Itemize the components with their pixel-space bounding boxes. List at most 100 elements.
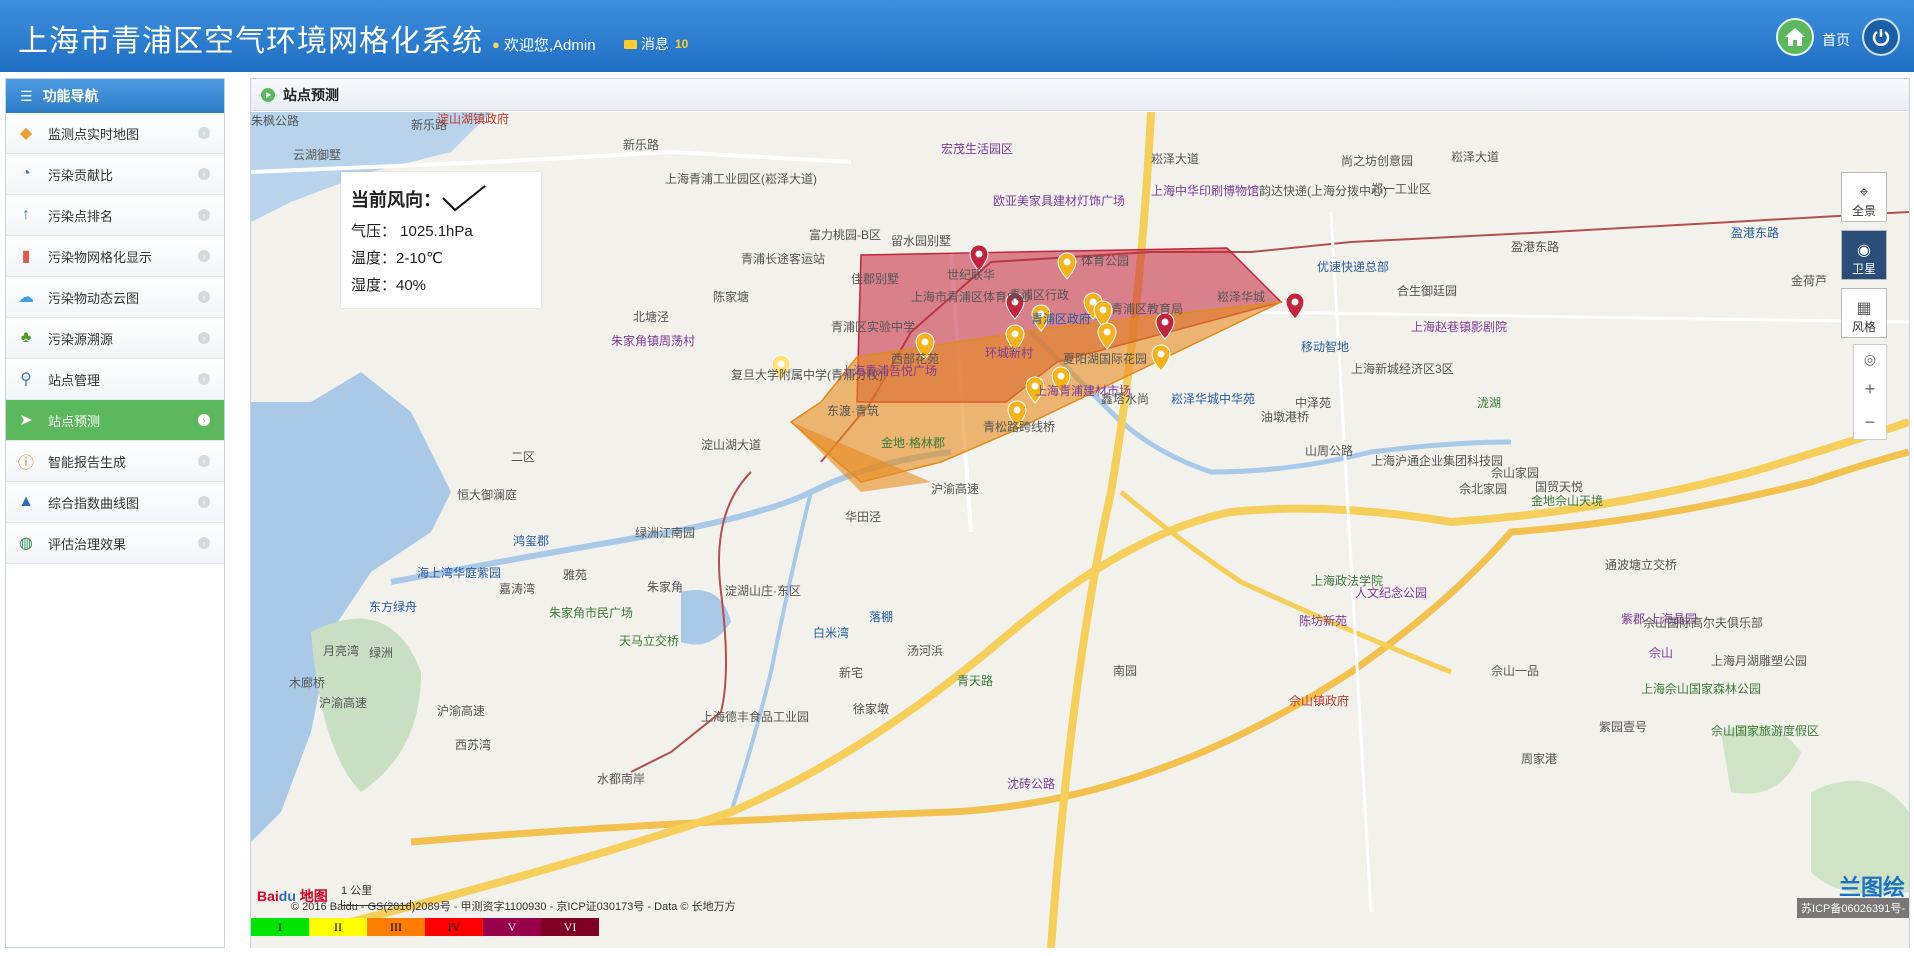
sidebar-item-9[interactable]: ▲ 综合指数曲线图 › xyxy=(6,482,224,523)
map-place-label: 富力桃园-B区 xyxy=(809,228,882,242)
sidebar-item-10[interactable]: ◍ 评估治理效果 › xyxy=(6,523,224,564)
station-marker-icon[interactable] xyxy=(1057,252,1077,280)
zoom-in-button[interactable]: + xyxy=(1865,379,1876,400)
sidebar-item-label: 污染点排名 xyxy=(48,208,114,224)
station-marker-icon[interactable] xyxy=(1285,292,1305,320)
sidebar-item-8[interactable]: ⓘ 智能报告生成 › xyxy=(6,441,224,482)
sidebar: ☰ 功能导航 ◆ 监测点实时地图 › ◔ 污染贡献比 › ↑ 污染点排名 › ▮ 污染… xyxy=(5,78,225,948)
map-place-label: 恒大御澜庭 xyxy=(457,488,518,502)
sidebar-item-4[interactable]: ☁ 污染物动态云图 › xyxy=(6,277,224,318)
tree-icon: ♣ xyxy=(20,329,32,346)
map-place-label: 佳郡别墅 xyxy=(851,272,900,286)
panel-title: 站点预测 xyxy=(283,86,339,103)
map-place-label: 朱家角镇周荡村 xyxy=(611,334,696,348)
map-place-label: 世纪联华 xyxy=(947,268,996,282)
locate-icon[interactable]: ◎ xyxy=(1864,351,1876,368)
map-place-label: 南园 xyxy=(1113,664,1138,678)
map-place-label: 紫园壹号 xyxy=(1599,720,1648,734)
map-place-label: 青浦区政府 xyxy=(1031,312,1092,326)
map-place-label: 上海青浦工业园区(崧泽大道) xyxy=(665,172,817,186)
map-canvas[interactable]: 新乐路 淀山湖镇政府 云湖御墅 新乐路 宏茂生活园区 崧泽大道 尚之坊创意园 崧泽大道 上海青浦… xyxy=(251,112,1909,948)
map-place-label: 人文纪念公园 xyxy=(1355,586,1428,600)
map-place-label: 留水园别墅 xyxy=(891,234,952,248)
sidebar-item-label: 站点预测 xyxy=(48,413,101,429)
map-place-label: 绿洲 xyxy=(369,646,394,660)
home-button[interactable] xyxy=(1776,18,1814,56)
sidebar-item-0[interactable]: ◆ 监测点实时地图 › xyxy=(6,113,224,154)
report-icon: ⓘ xyxy=(17,455,34,472)
map-place-label: 合生御廷园 xyxy=(1397,284,1458,298)
map-place-label: 佘山家园 xyxy=(1491,466,1540,480)
map-place-label: 朱枫公路 xyxy=(251,114,300,128)
map-place-label: 山周公路 xyxy=(1305,444,1354,458)
station-marker-icon[interactable] xyxy=(1151,344,1171,372)
map-place-label: 金地佘山天境 xyxy=(1531,494,1604,508)
map-place-label: 朱家角 xyxy=(647,580,684,594)
grid-style-label: 风格 xyxy=(1851,320,1876,334)
map-place-label: 落棚 xyxy=(869,610,894,624)
station-marker-icon[interactable] xyxy=(1097,322,1117,350)
map-place-label: 陈坊新苑 xyxy=(1299,614,1348,628)
map-place-label: 新乐路 xyxy=(623,138,660,152)
map-place-label: 天马立交桥 xyxy=(619,634,680,648)
sidebar-header: ☰ 功能导航 xyxy=(6,79,224,113)
top-header: 上海市青浦区空气环境网格化系统 ● 欢迎您,Admin 消息 10 首页 xyxy=(0,0,1914,72)
sidebar-item-1[interactable]: ◔ 污染贡献比 › xyxy=(6,154,224,195)
map-place-label: 盈港东路 xyxy=(1511,240,1560,254)
chevron-right-icon: › xyxy=(198,332,210,344)
map-place-label: 鸿玺郡 xyxy=(513,534,550,548)
map-place-label: 月亮湾 xyxy=(323,644,360,658)
wind-arrow-icon xyxy=(442,185,486,212)
satellite-button[interactable]: ◉ 卫星 xyxy=(1841,230,1887,280)
map-copyright: © 2016 Baidu - GS(2016)2089号 - 甲测资字11009… xyxy=(291,901,736,913)
map-place-label: 淀山湖大道 xyxy=(701,438,762,452)
messages-count-badge: 10 xyxy=(675,37,689,51)
chevron-right-icon: › xyxy=(198,537,210,549)
sidebar-item-6[interactable]: ⚲ 站点管理 › xyxy=(6,359,224,400)
legend-level-IV: IV xyxy=(425,918,483,936)
zoom-out-button[interactable]: − xyxy=(1865,412,1876,433)
map-place-label: 陈家塘 xyxy=(713,290,750,304)
temperature-text: 温度：2-10℃ xyxy=(351,250,443,267)
map-place-label: 泷湖 xyxy=(1477,396,1502,410)
map-place-label: 韵达快递(上海分拨中心) xyxy=(1259,184,1387,198)
sidebar-item-5[interactable]: ♣ 污染源溯源 › xyxy=(6,318,224,359)
map-place-label: 嘉涛湾 xyxy=(499,582,536,596)
map-place-label: 崧泽华城 xyxy=(1217,290,1266,304)
map-place-label: 云湖御墅 xyxy=(293,148,342,162)
sidebar-item-7[interactable]: ➤ 站点预测 › xyxy=(6,400,224,441)
map-place-label: 青松路跨线桥 xyxy=(983,420,1056,434)
grid-style-button[interactable]: ▦ 风格 xyxy=(1841,288,1887,338)
logout-button[interactable] xyxy=(1862,18,1900,56)
map-place-label: 朱家角市民广场 xyxy=(549,606,634,620)
chevron-right-icon: › xyxy=(198,455,210,467)
legend-level-V: V xyxy=(483,918,541,936)
map-place-label: 盈港东路 xyxy=(1731,226,1780,240)
map-place-label: 崧泽大道 xyxy=(1151,152,1200,166)
area-chart-icon: ▲ xyxy=(18,493,34,510)
map-place-label: 沪渝高速 xyxy=(437,704,486,718)
full-view-button[interactable]: ⌖ 全景 xyxy=(1841,172,1887,222)
map-place-label: 西苏湾 xyxy=(455,738,492,752)
map-place-label: 佘山国际高尔夫俱乐部 xyxy=(1643,616,1764,630)
sidebar-item-2[interactable]: ↑ 污染点排名 › xyxy=(6,195,224,236)
chevron-right-icon: › xyxy=(198,496,210,508)
map-place-label: 东方绿舟 xyxy=(369,600,418,614)
welcome-text: ● 欢迎您,Admin xyxy=(492,34,596,55)
messages-link[interactable]: 消息 10 xyxy=(624,34,688,54)
map-place-label: 尚之坊创意园 xyxy=(1341,154,1414,168)
satellite-icon: ◉ xyxy=(1857,242,1871,259)
full-view-label: 全景 xyxy=(1851,204,1876,218)
sidebar-item-3[interactable]: ▮ 污染物网格化显示 › xyxy=(6,236,224,277)
grid-icon: ▦ xyxy=(1856,300,1872,317)
map-place-label: 海上湾华庭紫园 xyxy=(417,566,502,580)
home-icon xyxy=(1785,28,1805,46)
map-place-label: 上海中华印刷博物馆 xyxy=(1151,184,1260,198)
map-place-label: 木廊桥 xyxy=(289,676,326,690)
map-place-label: 移动智地 xyxy=(1301,340,1350,354)
map-place-label: 金地·格林郡 xyxy=(881,436,945,450)
network-icon: ⚲ xyxy=(20,371,32,388)
home-label[interactable]: 首页 xyxy=(1822,30,1850,50)
map-place-label: 上海赵巷镇影剧院 xyxy=(1411,320,1508,334)
nav-list: ◆ 监测点实时地图 › ◔ 污染贡献比 › ↑ 污染点排名 › ▮ 污染物网格化显示 … xyxy=(6,113,224,564)
